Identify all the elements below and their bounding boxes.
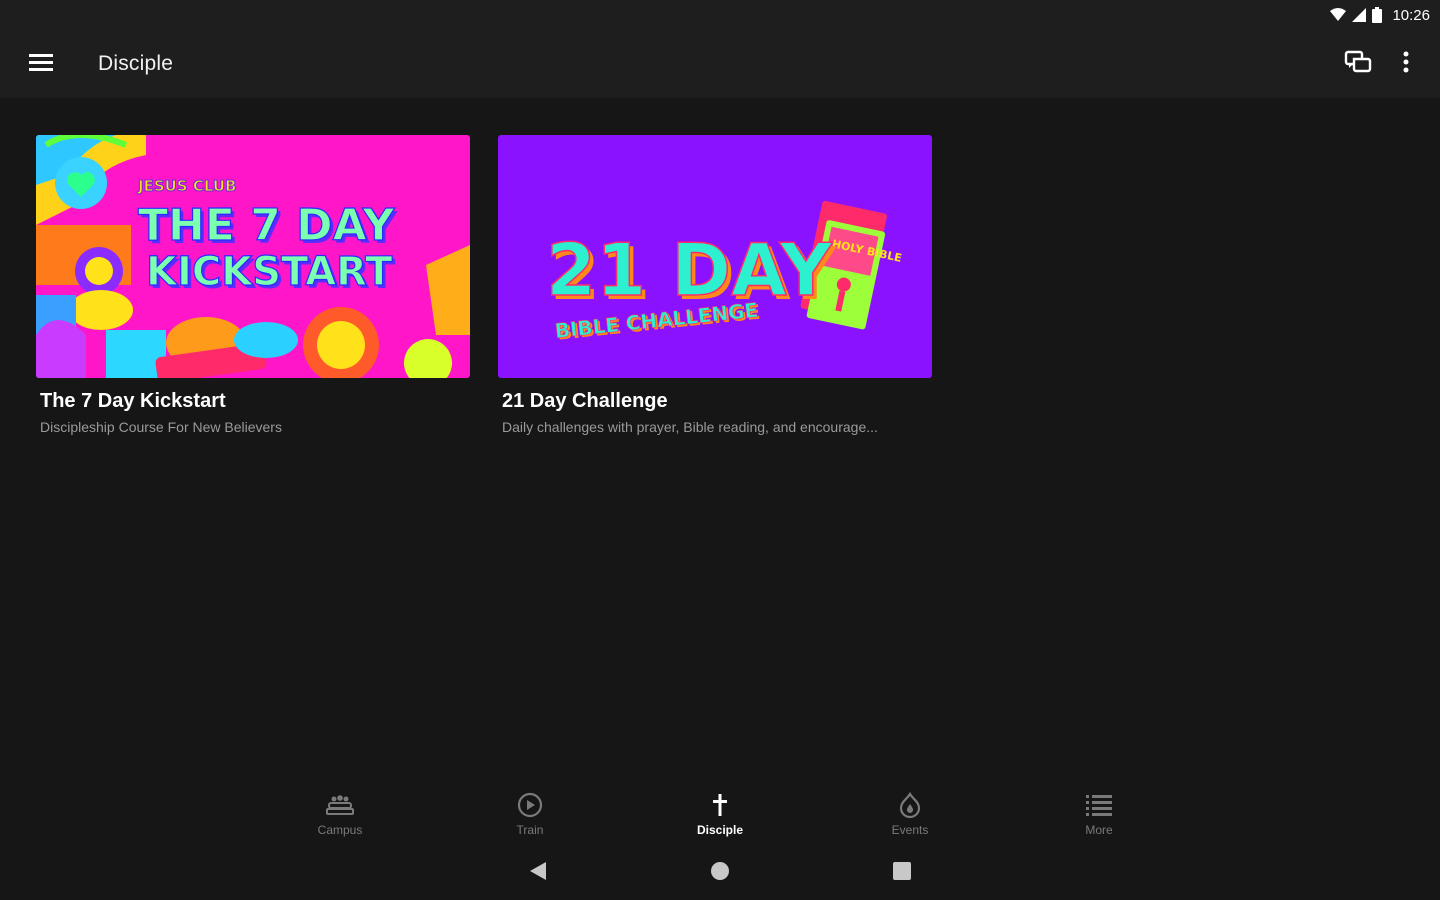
hamburger-menu-icon (29, 53, 53, 76)
recents-button[interactable] (890, 861, 914, 885)
course-title: 21 Day Challenge (502, 390, 668, 412)
nav-label: More (1085, 823, 1113, 837)
nav-item-more[interactable]: More (1039, 791, 1159, 843)
nav-item-train[interactable]: Train (470, 791, 590, 843)
back-button[interactable] (526, 861, 550, 885)
flame-icon (899, 791, 921, 819)
battery-icon (1372, 7, 1383, 23)
nav-item-campus[interactable]: Campus (280, 791, 400, 843)
course-subtitle: Discipleship Course For New Believers (40, 419, 282, 435)
nav-label: Events (891, 823, 929, 837)
menu-button[interactable] (13, 36, 69, 92)
more-vertical-icon (1403, 51, 1409, 78)
course-subtitle: Daily challenges with prayer, Bible read… (502, 419, 878, 435)
cross-icon (712, 791, 728, 819)
course-thumbnail: JESUS CLUB THE 7 DAY THE 7 DAY KICKSTART… (36, 135, 470, 378)
recents-square-icon (892, 861, 912, 886)
course-thumbnail: HOLY BIBLE 21 DAY 21 DAY BIBLE CHALLENGE… (498, 135, 932, 378)
list-icon (1086, 791, 1112, 819)
thumb-line1-text: THE 7 DAY (138, 200, 396, 251)
messages-button[interactable] (1334, 40, 1382, 88)
overflow-menu-button[interactable] (1382, 40, 1430, 88)
signal-icon (1352, 8, 1367, 22)
nav-label: Disciple (696, 823, 744, 837)
wifi-icon (1330, 8, 1347, 22)
home-button[interactable] (708, 861, 732, 885)
status-bar: 10:26 (0, 0, 1440, 30)
chat-bubbles-icon (1344, 50, 1372, 79)
nav-item-events[interactable]: Events (850, 791, 970, 843)
nav-label: Campus (317, 823, 363, 837)
course-card-7-day-kickstart[interactable]: JESUS CLUB THE 7 DAY THE 7 DAY KICKSTART… (36, 135, 470, 435)
bottom-navigation: Campus Train Disciple Events More (0, 785, 1440, 845)
nav-label: Train (516, 823, 544, 837)
course-list: JESUS CLUB THE 7 DAY THE 7 DAY KICKSTART… (0, 98, 1440, 788)
status-time: 10:26 (1392, 6, 1430, 24)
course-card-21-day-challenge[interactable]: HOLY BIBLE 21 DAY 21 DAY BIBLE CHALLENGE… (498, 135, 932, 435)
campus-icon (326, 791, 354, 819)
page-title: Disciple (98, 52, 174, 75)
thumb-line2-text: KICKSTART (146, 249, 393, 295)
back-triangle-icon (529, 861, 547, 886)
thumb-jesus-club-text: JESUS CLUB (137, 177, 236, 195)
home-circle-icon (710, 861, 730, 886)
course-title: The 7 Day Kickstart (40, 390, 226, 412)
app-bar: Disciple (0, 30, 1440, 98)
play-circle-icon (517, 791, 543, 819)
system-navigation-bar (0, 845, 1440, 900)
thumb-line1-text: 21 DAY (546, 228, 833, 312)
nav-item-disciple[interactable]: Disciple (660, 791, 780, 843)
